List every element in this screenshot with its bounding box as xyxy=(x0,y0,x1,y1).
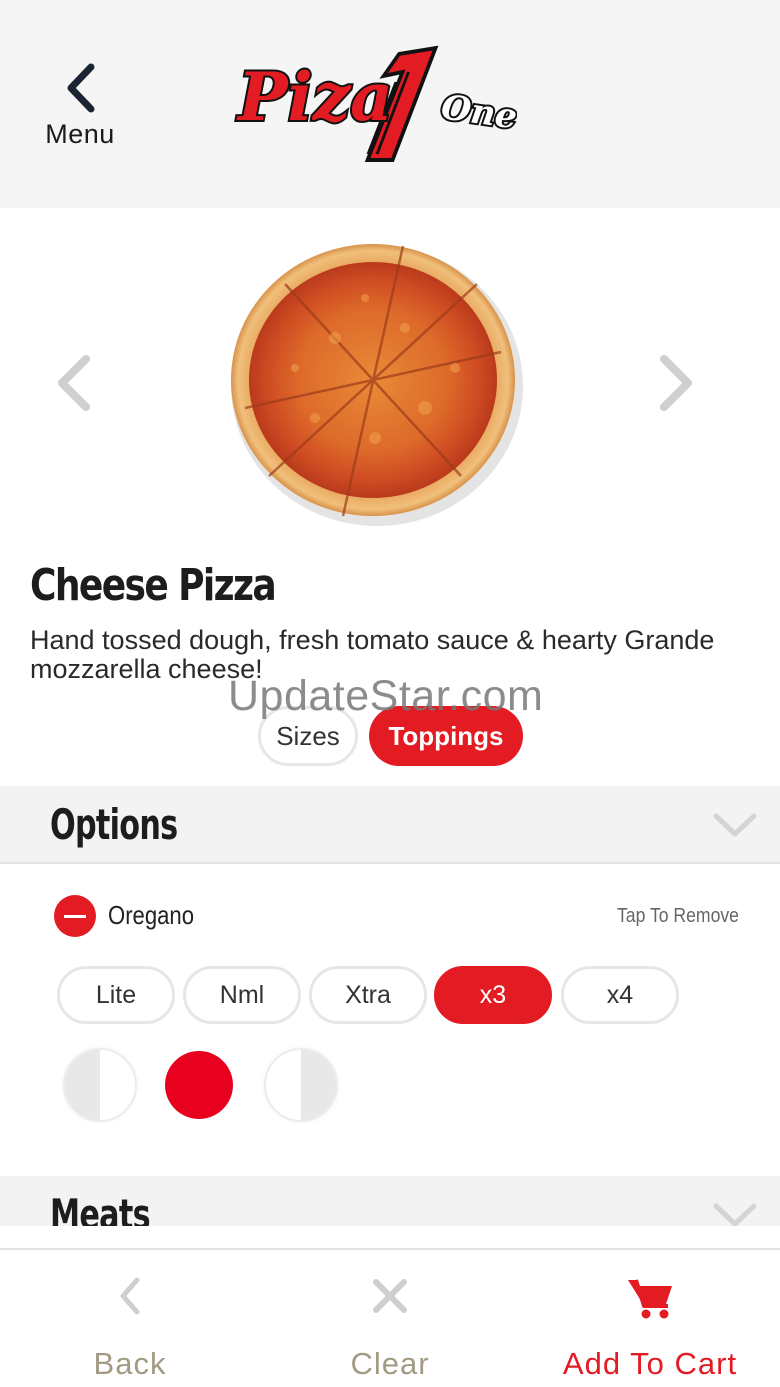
previous-image-arrow-icon[interactable] xyxy=(48,353,98,413)
chevron-left-icon xyxy=(67,63,95,113)
app-header: Menu Piza One xyxy=(0,0,780,208)
cheese-pizza-image xyxy=(231,244,523,526)
logo-one-text: One xyxy=(439,87,517,137)
product-image-carousel xyxy=(0,208,780,538)
right-half-coverage-icon[interactable] xyxy=(264,1048,338,1122)
amount-extra-button[interactable]: Xtra xyxy=(309,966,427,1024)
shopping-cart-icon xyxy=(628,1279,672,1319)
logo-piza-text: Piza xyxy=(236,58,393,136)
add-to-cart-button[interactable]: Add To Cart xyxy=(520,1250,780,1387)
tap-to-remove-hint: Tap To Remove xyxy=(617,905,739,927)
back-button[interactable]: Back xyxy=(0,1250,260,1387)
remove-topping-button[interactable] xyxy=(54,895,96,937)
watermark-text: UpdateStar.com xyxy=(228,672,544,720)
chevron-down-icon xyxy=(713,1203,757,1226)
amount-x4-button[interactable]: x4 xyxy=(561,966,679,1024)
amount-x3-button[interactable]: x3 xyxy=(434,966,552,1024)
close-icon xyxy=(373,1279,407,1313)
meats-section-header[interactable]: Meats xyxy=(0,1176,780,1226)
product-title: Cheese Pizza xyxy=(30,560,277,611)
chevron-down-icon xyxy=(713,813,757,837)
chevron-left-icon xyxy=(120,1277,140,1315)
add-to-cart-label: Add To Cart xyxy=(562,1346,738,1381)
next-image-arrow-icon[interactable] xyxy=(652,353,702,413)
clear-button[interactable]: Clear xyxy=(260,1250,520,1387)
pizza-one-logo: Piza One xyxy=(234,45,517,162)
section-title-meats: Meats xyxy=(50,1190,151,1226)
topping-name: Oregano xyxy=(108,900,195,930)
clear-label: Clear xyxy=(350,1346,430,1381)
whole-coverage-icon[interactable] xyxy=(165,1051,233,1119)
back-label: Back xyxy=(93,1346,167,1381)
options-section-header[interactable]: Options xyxy=(0,786,780,864)
amount-lite-button[interactable]: Lite xyxy=(57,966,175,1024)
menu-label: Menu xyxy=(45,119,115,149)
amount-normal-button[interactable]: Nml xyxy=(183,966,301,1024)
bottom-action-bar: Back Clear Add To Cart xyxy=(0,1248,780,1387)
left-half-coverage-icon[interactable] xyxy=(63,1048,137,1122)
section-title-options: Options xyxy=(50,800,178,849)
menu-back-button[interactable]: Menu xyxy=(30,55,130,165)
